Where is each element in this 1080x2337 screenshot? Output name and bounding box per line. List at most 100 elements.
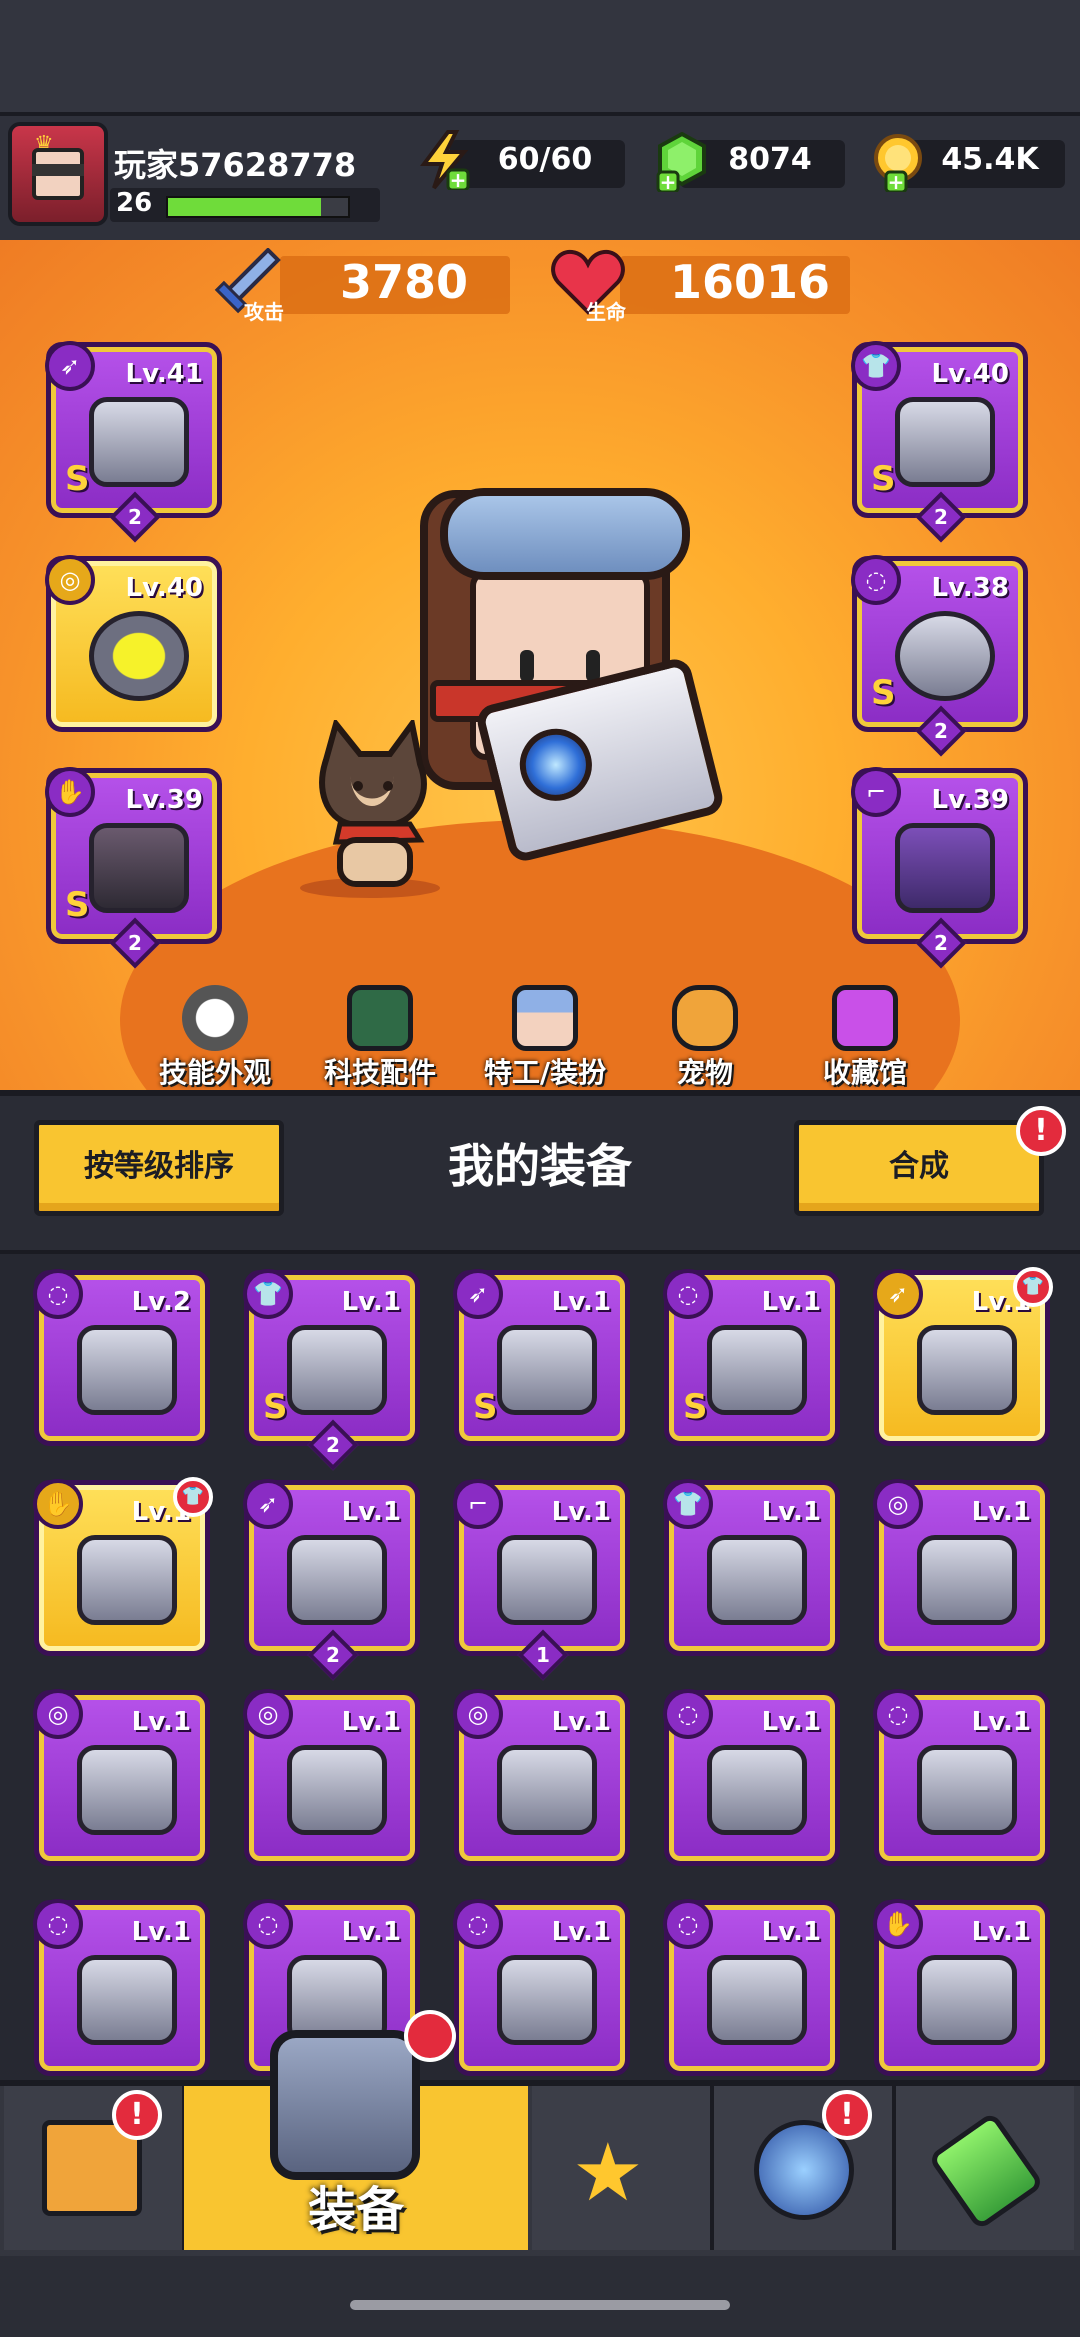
equip-slot-boots[interactable]: ⌐ Lv.39 2 bbox=[851, 767, 1028, 969]
inventory-item[interactable]: ⌐ Lv.1 1 bbox=[453, 1479, 630, 1681]
item-type-icon: ◎ bbox=[33, 1689, 83, 1739]
xp-bar-fill bbox=[168, 198, 321, 216]
item-type-icon: ◌ bbox=[873, 1689, 923, 1739]
spiked-collar-icon bbox=[89, 611, 189, 701]
boots-icon bbox=[895, 823, 995, 913]
agent-icon bbox=[512, 985, 578, 1051]
item-type-icon: ◎ bbox=[243, 1689, 293, 1739]
svg-text:+: + bbox=[450, 168, 467, 190]
inventory-item[interactable]: ◎ Lv.1 bbox=[453, 1689, 630, 1866]
inventory-item[interactable]: ◌ Lv.1 bbox=[873, 1689, 1050, 1866]
slot-level: Lv.39 bbox=[125, 785, 203, 815]
hp-value: 16016 bbox=[670, 255, 831, 309]
inventory-item[interactable]: ◌ Lv.1 S bbox=[663, 1269, 840, 1446]
hero-eye bbox=[520, 650, 534, 682]
tech-parts-icon bbox=[347, 985, 413, 1051]
inventory-item[interactable]: ➶ Lv.1 S bbox=[453, 1269, 630, 1446]
player-name: 玩家57628778 bbox=[114, 146, 357, 184]
feature-skill-skin[interactable]: 技能外观 bbox=[135, 985, 295, 1091]
hp-label: 生命 bbox=[586, 300, 626, 324]
necklace-type-icon: ◎ bbox=[45, 555, 95, 605]
necklace-icon bbox=[287, 1745, 387, 1835]
gun-icon bbox=[89, 397, 189, 487]
svg-text:+: + bbox=[888, 170, 905, 192]
equip-slot-armor[interactable]: 👕 Lv.40 S 2 bbox=[851, 341, 1028, 543]
boots-type-icon: ⌐ bbox=[851, 767, 901, 817]
item-level: Lv.1 bbox=[341, 1287, 401, 1317]
inventory-item[interactable]: ◌ Lv.2 bbox=[33, 1269, 210, 1446]
belt-icon bbox=[707, 1325, 807, 1415]
slot-level: Lv.38 bbox=[931, 573, 1009, 603]
energy-icon[interactable]: + bbox=[418, 130, 470, 192]
item-type-icon: ◌ bbox=[663, 1899, 713, 1949]
feature-tech-parts[interactable]: 科技配件 bbox=[300, 985, 460, 1091]
inventory-item[interactable]: ✋ Lv.1 bbox=[873, 1899, 1050, 2076]
pet-dog[interactable] bbox=[290, 716, 460, 900]
challenge-alert-badge: ! bbox=[822, 2090, 872, 2140]
feature-label: 科技配件 bbox=[323, 1056, 436, 1089]
inventory-item[interactable]: ◌ Lv.1 bbox=[33, 1899, 210, 2076]
feature-label: 技能外观 bbox=[158, 1056, 271, 1089]
home-indicator bbox=[350, 2300, 730, 2310]
feature-agent[interactable]: 特工/装扮 bbox=[465, 985, 625, 1091]
nav-battle[interactable]: ★ bbox=[532, 2086, 714, 2250]
item-level: Lv.1 bbox=[761, 1917, 821, 1947]
inventory-item[interactable]: ➶ Lv.1 2 bbox=[243, 1479, 420, 1681]
armor-icon bbox=[895, 397, 995, 487]
item-type-icon: ◌ bbox=[453, 1899, 503, 1949]
battle-icon: ★ bbox=[572, 2126, 644, 2219]
equip-slot-necklace[interactable]: ◎ Lv.40 bbox=[45, 555, 222, 732]
item-level: Lv.1 bbox=[341, 1707, 401, 1737]
inventory-item[interactable]: ◎ Lv.1 bbox=[243, 1689, 420, 1866]
collection-icon bbox=[832, 985, 898, 1051]
item-type-icon: ◎ bbox=[453, 1689, 503, 1739]
inventory-item[interactable]: ◌ Lv.1 bbox=[663, 1899, 840, 2076]
feature-collection[interactable]: 收藏馆 bbox=[785, 985, 945, 1091]
sort-by-level-button[interactable]: 按等级排序 bbox=[34, 1120, 284, 1216]
equip-slot-belt[interactable]: ◌ Lv.38 S 2 bbox=[851, 555, 1028, 757]
item-type-icon: ✋ bbox=[873, 1899, 923, 1949]
item-level: Lv.1 bbox=[761, 1497, 821, 1527]
nav-equipment-label: 装备 bbox=[307, 2182, 404, 2238]
belt-icon bbox=[917, 1745, 1017, 1835]
inventory-item[interactable]: ◎ Lv.1 bbox=[33, 1689, 210, 1866]
armor-type-icon: 👕 bbox=[851, 341, 901, 391]
new-item-badge: 👕 bbox=[1013, 1267, 1053, 1307]
item-type-icon: ✋ bbox=[33, 1479, 83, 1529]
inventory-item[interactable]: ◎ Lv.1 bbox=[873, 1479, 1050, 1656]
item-level: Lv.1 bbox=[761, 1287, 821, 1317]
inventory-item[interactable]: ◌ Lv.1 bbox=[663, 1689, 840, 1866]
slot-level: Lv.39 bbox=[931, 785, 1009, 815]
gems-value: 8074 bbox=[728, 142, 812, 177]
inventory-item[interactable]: ◌ Lv.1 bbox=[453, 1899, 630, 2076]
merge-alert-badge: ! bbox=[1016, 1106, 1066, 1156]
slot-level: Lv.41 bbox=[125, 359, 203, 389]
inventory-item[interactable]: ✋ Lv.1 👕 bbox=[33, 1477, 213, 1656]
hero-goggles bbox=[440, 488, 690, 580]
item-type-icon: ⌐ bbox=[453, 1479, 503, 1529]
item-level: Lv.1 bbox=[341, 1497, 401, 1527]
equip-slot-weapon[interactable]: ➶ Lv.41 S 2 bbox=[45, 341, 222, 543]
belt-icon bbox=[77, 1955, 177, 2045]
coin-icon[interactable]: + bbox=[870, 132, 922, 194]
item-rank: S bbox=[683, 1387, 708, 1427]
gauntlet-icon bbox=[89, 823, 189, 913]
player-avatar[interactable]: ♛ bbox=[8, 122, 108, 226]
item-level: Lv.1 bbox=[341, 1917, 401, 1947]
feature-pet[interactable]: 宠物 bbox=[625, 985, 785, 1091]
merge-button[interactable]: 合成 bbox=[794, 1120, 1044, 1216]
slot-rank: S bbox=[65, 885, 90, 925]
item-level: Lv.1 bbox=[551, 1287, 611, 1317]
kunai-icon bbox=[287, 1535, 387, 1625]
inventory-item[interactable]: 👕 Lv.1 bbox=[663, 1479, 840, 1656]
weapon-type-icon: ➶ bbox=[45, 341, 95, 391]
feature-label: 收藏馆 bbox=[822, 1056, 907, 1089]
item-type-icon: 👕 bbox=[243, 1269, 293, 1319]
nav-research[interactable] bbox=[896, 2086, 1074, 2250]
equip-slot-gloves[interactable]: ✋ Lv.39 S 2 bbox=[45, 767, 222, 969]
item-rank: S bbox=[263, 1387, 288, 1427]
inventory-item[interactable]: 👕 Lv.1 S 2 bbox=[243, 1269, 420, 1471]
item-level: Lv.1 bbox=[971, 1707, 1031, 1737]
item-type-icon: ◎ bbox=[873, 1479, 923, 1529]
inventory-item[interactable]: ➶ Lv.1 👕 bbox=[873, 1267, 1053, 1446]
